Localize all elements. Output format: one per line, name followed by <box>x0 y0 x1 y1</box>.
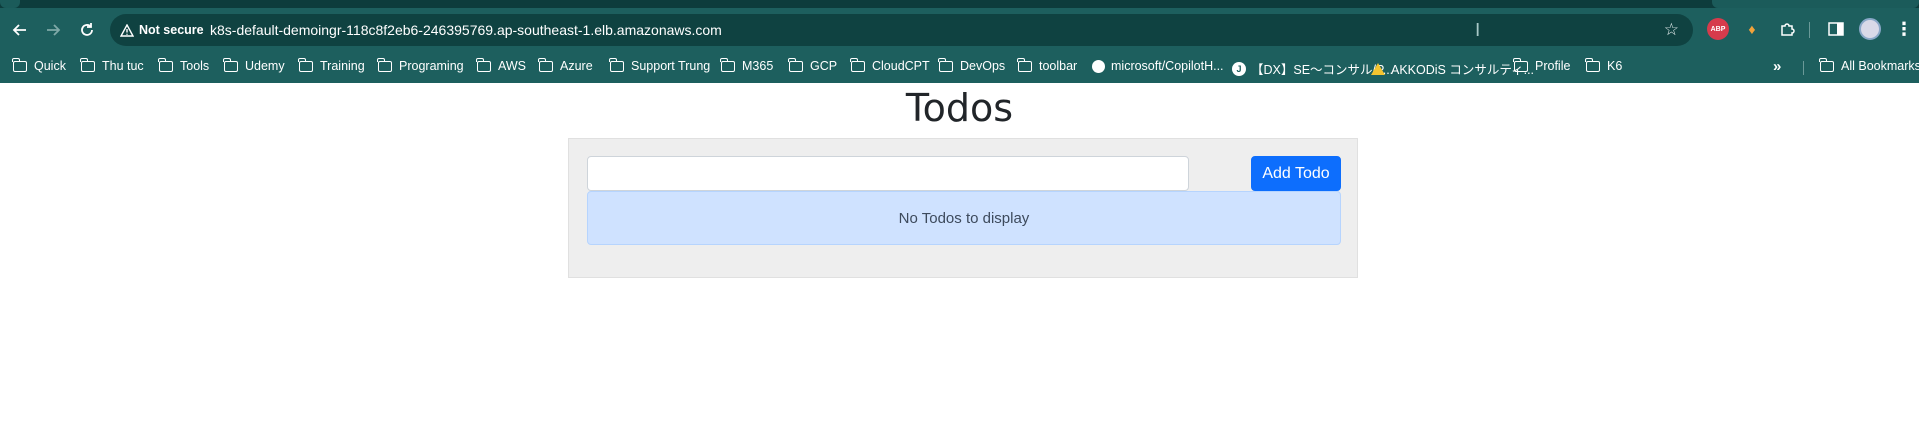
bookmark-quick[interactable]: Quick <box>12 57 66 73</box>
tab-edge-left <box>0 0 20 8</box>
todo-card: Add Todo No Todos to display <box>568 138 1358 278</box>
bookmark-devops[interactable]: DevOps <box>938 57 1005 73</box>
browser-toolbar: Not secure k8s-default-demoingr-118c8f2e… <box>0 8 1919 52</box>
adblock-extension-icon[interactable]: ABP <box>1707 18 1729 40</box>
bookmark-star-icon[interactable]: ☆ <box>1664 20 1679 40</box>
side-panel-icon[interactable] <box>1825 18 1847 40</box>
url-text[interactable]: k8s-default-demoingr-118c8f2eb6-24639576… <box>210 22 722 38</box>
empty-state-message: No Todos to display <box>898 209 1030 227</box>
bookmarks-bar: Quick Thu tuc Tools Udemy Training Progr… <box>0 52 1919 83</box>
bookmark-azure[interactable]: Azure <box>538 57 593 73</box>
bookmarks-overflow-chevron-icon[interactable]: » <box>1773 58 1781 75</box>
bookmark-dx-se[interactable]: J 【DX】SE〜コンサル/P... <box>1232 59 1393 78</box>
bookmark-profile[interactable]: Profile <box>1513 57 1570 73</box>
bookmark-k6[interactable]: K6 <box>1585 57 1622 73</box>
folder-icon <box>298 57 313 72</box>
bookmark-m365[interactable]: M365 <box>720 57 773 73</box>
bookmark-aws[interactable]: AWS <box>476 57 526 73</box>
folder-icon <box>1017 57 1032 72</box>
folder-icon <box>1819 57 1834 72</box>
folder-icon <box>720 57 735 72</box>
arrow-left-icon <box>12 24 26 36</box>
reload-icon <box>81 23 93 36</box>
todo-input[interactable] <box>587 156 1189 191</box>
tab-strip <box>0 0 1919 8</box>
back-button[interactable] <box>8 18 32 42</box>
warning-icon <box>120 23 134 37</box>
arrow-right-icon <box>47 24 61 36</box>
bookmark-tools[interactable]: Tools <box>158 57 209 73</box>
folder-icon <box>1513 57 1528 72</box>
folder-icon <box>938 57 953 72</box>
bookmark-training[interactable]: Training <box>298 57 365 73</box>
site-security-chip[interactable]: Not secure <box>120 21 204 39</box>
bookmark-udemy[interactable]: Udemy <box>223 57 285 73</box>
folder-icon <box>223 57 238 72</box>
bookmark-toolbar[interactable]: toolbar <box>1017 57 1077 73</box>
folder-icon <box>158 57 173 72</box>
folder-icon <box>850 57 865 72</box>
address-bar[interactable]: Not secure k8s-default-demoingr-118c8f2e… <box>110 14 1693 46</box>
bookmarks-divider <box>1803 61 1804 75</box>
bookmark-cloudcpt[interactable]: CloudCPT <box>850 57 930 73</box>
text-cursor-icon: I <box>1475 20 1481 41</box>
forward-button[interactable] <box>41 18 65 42</box>
reload-button[interactable] <box>75 18 99 42</box>
folder-icon <box>609 57 624 72</box>
folder-icon <box>377 57 392 72</box>
toolbar-divider <box>1809 22 1810 38</box>
bookmark-programing[interactable]: Programing <box>377 57 464 73</box>
extensions-puzzle-icon[interactable] <box>1776 18 1798 40</box>
add-todo-button[interactable]: Add Todo <box>1251 156 1341 191</box>
page-title: Todos <box>905 86 1014 130</box>
folder-icon <box>1585 57 1600 72</box>
drive-icon <box>1371 62 1385 75</box>
folder-icon <box>788 57 803 72</box>
bookmark-thu-tuc[interactable]: Thu tuc <box>80 57 144 73</box>
folder-icon <box>476 57 491 72</box>
bookmark-gcp[interactable]: GCP <box>788 57 837 73</box>
bookmark-akkodis[interactable]: AKKODiS コンサルティ... <box>1371 59 1534 78</box>
site-icon: J <box>1232 61 1246 76</box>
all-bookmarks-button[interactable]: All Bookmarks <box>1819 57 1919 73</box>
folder-icon <box>80 57 95 72</box>
empty-state-alert: No Todos to display <box>587 191 1341 245</box>
tab-edge-right <box>1712 0 1919 8</box>
profile-avatar[interactable] <box>1859 18 1881 40</box>
folder-icon <box>12 57 27 72</box>
security-label: Not secure <box>139 23 204 37</box>
bookmark-support-trung[interactable]: Support Trung <box>609 57 710 73</box>
folder-icon <box>538 57 553 72</box>
browser-menu-icon[interactable]: ⋮ <box>1893 18 1915 40</box>
bookmark-copilot[interactable]: microsoft/CopilotH... <box>1092 59 1224 73</box>
github-icon <box>1092 59 1105 73</box>
fire-extension-icon[interactable]: ♦ <box>1741 18 1763 40</box>
